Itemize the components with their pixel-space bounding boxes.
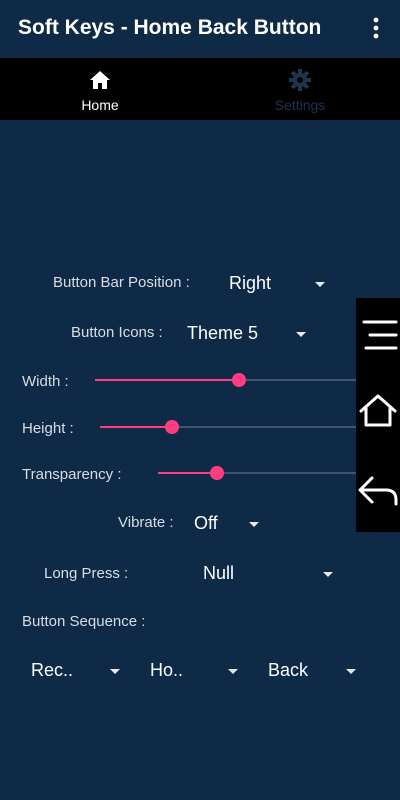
sequence-value-2: Ho.. xyxy=(150,660,184,680)
tab-home-label: Home xyxy=(81,97,119,113)
vibrate-value: Off xyxy=(194,513,218,533)
chevron-down-icon xyxy=(110,669,120,674)
height-slider-fill xyxy=(100,426,172,428)
button-icons-dropdown[interactable]: Theme 5 xyxy=(185,318,315,350)
height-slider[interactable] xyxy=(100,420,356,434)
width-slider[interactable] xyxy=(95,373,356,387)
bar-position-label: Button Bar Position : xyxy=(53,274,190,291)
vibrate-label: Vibrate : xyxy=(118,514,174,531)
long-press-value: Null xyxy=(203,563,235,583)
height-label: Height : xyxy=(22,420,74,437)
overflow-menu-icon[interactable] xyxy=(366,15,386,41)
app-title: Soft Keys - Home Back Button xyxy=(18,16,322,39)
chevron-down-icon xyxy=(346,669,356,674)
height-slider-thumb[interactable] xyxy=(164,420,179,434)
width-slider-fill xyxy=(95,379,239,381)
tab-bar: Home Settings xyxy=(0,58,400,120)
bar-position-value: Right xyxy=(229,273,272,293)
sequence-dropdown-2[interactable]: Ho.. xyxy=(145,655,249,687)
long-press-dropdown[interactable]: Null xyxy=(198,558,343,590)
button-icons-label: Button Icons : xyxy=(71,324,163,341)
soft-key-bar xyxy=(356,298,400,532)
back-icon xyxy=(358,476,398,506)
button-sequence-label: Button Sequence : xyxy=(22,613,146,630)
width-slider-thumb[interactable] xyxy=(231,373,246,387)
transparency-slider-thumb[interactable] xyxy=(210,466,225,480)
sequence-value-1: Rec.. xyxy=(31,660,74,680)
width-label: Width : xyxy=(22,373,69,390)
sequence-value-3: Back xyxy=(268,660,309,680)
sequence-dropdown-1[interactable]: Rec.. xyxy=(26,655,130,687)
bar-position-dropdown[interactable]: Right xyxy=(225,268,335,300)
button-icons-value: Theme 5 xyxy=(187,323,259,343)
back-key[interactable] xyxy=(356,470,400,520)
home-icon xyxy=(90,71,110,89)
tab-settings-label: Settings xyxy=(274,97,326,113)
chevron-down-icon xyxy=(249,522,259,527)
chevron-down-icon xyxy=(323,572,333,577)
tab-settings[interactable]: Settings xyxy=(200,58,400,120)
transparency-slider-fill xyxy=(158,472,218,474)
chevron-down-icon xyxy=(228,669,238,674)
menu-key[interactable] xyxy=(356,312,400,362)
transparency-slider[interactable] xyxy=(158,466,356,480)
tab-home[interactable]: Home xyxy=(0,58,200,120)
menu-icon xyxy=(362,320,398,350)
home-key[interactable] xyxy=(356,390,400,440)
sequence-dropdown-3[interactable]: Back xyxy=(263,655,367,687)
transparency-label: Transparency : xyxy=(22,466,122,483)
vibrate-dropdown[interactable]: Off xyxy=(190,508,270,540)
app-bar: Soft Keys - Home Back Button xyxy=(0,0,400,58)
chevron-down-icon xyxy=(296,332,306,337)
chevron-down-icon xyxy=(315,282,325,287)
home-icon xyxy=(359,394,397,427)
long-press-label: Long Press : xyxy=(44,565,129,582)
gear-icon xyxy=(289,69,311,91)
